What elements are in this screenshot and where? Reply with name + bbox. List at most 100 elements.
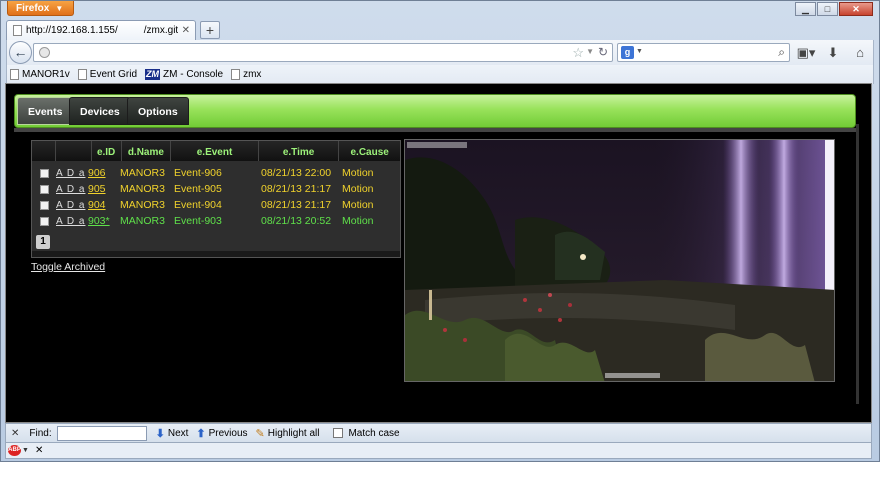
device-name: MANOR3 bbox=[120, 167, 165, 179]
event-cause: Motion bbox=[342, 183, 374, 195]
find-previous-label: Previous bbox=[208, 427, 248, 439]
close-window-button[interactable]: ✕ bbox=[839, 2, 873, 16]
chevron-down-icon: ▼ bbox=[55, 4, 64, 13]
event-cause: Motion bbox=[342, 199, 374, 211]
tab-devices[interactable]: Devices bbox=[69, 97, 131, 125]
bookmarks-menu-icon[interactable]: ▣▾ bbox=[795, 43, 817, 62]
bookmark-label: Event Grid bbox=[89, 69, 138, 80]
url-bar[interactable]: ☆ ▼ ↻ bbox=[33, 43, 613, 62]
table-row[interactable]: A D a 904 MANOR3 Event-904 08/21/13 21:1… bbox=[32, 197, 400, 213]
tab-title: http://192.168.1.155//zmx.git/ bbox=[26, 24, 178, 36]
toggle-archived-link[interactable]: Toggle Archived bbox=[31, 261, 105, 273]
highlight-all-button[interactable]: ✎ Highlight all bbox=[256, 427, 320, 440]
find-previous-button[interactable]: ⬆ Previous bbox=[196, 427, 247, 440]
match-case-label[interactable]: Match case bbox=[348, 428, 399, 439]
reload-icon[interactable]: ↻ bbox=[598, 45, 608, 59]
event-name: Event-906 bbox=[174, 167, 222, 179]
column-header-name[interactable]: d.Name bbox=[122, 141, 172, 161]
event-cause: Motion bbox=[342, 167, 374, 179]
match-case-checkbox[interactable] bbox=[333, 428, 344, 438]
table-body: A D a 906 MANOR3 Event-906 08/21/13 22:0… bbox=[32, 165, 400, 229]
row-checkbox[interactable] bbox=[32, 200, 56, 210]
highlight-all-label: Highlight all bbox=[267, 427, 320, 439]
bookmark-event-grid[interactable]: Event Grid bbox=[77, 69, 138, 80]
table-row[interactable]: A D a 906 MANOR3 Event-906 08/21/13 22:0… bbox=[32, 165, 400, 181]
row-checkbox[interactable] bbox=[32, 168, 56, 178]
search-input[interactable] bbox=[646, 45, 771, 60]
page-scrollbar[interactable] bbox=[856, 124, 859, 404]
firefox-menu-label: Firefox bbox=[16, 3, 50, 14]
event-time: 08/21/13 20:52 bbox=[261, 215, 332, 227]
events-table: e.ID d.Name e.Event e.Time e.Cause A D a… bbox=[31, 140, 401, 258]
firefox-menu-button[interactable]: Firefox ▼ bbox=[7, 1, 74, 16]
find-next-label: Next bbox=[167, 427, 189, 439]
tab-events[interactable]: Events bbox=[17, 97, 74, 125]
adblock-icon[interactable]: ABP bbox=[8, 445, 21, 456]
row-checkbox[interactable] bbox=[32, 184, 56, 194]
home-icon[interactable]: ⌂ bbox=[851, 43, 869, 62]
addon-bar: ABP ▼ ✕ bbox=[5, 443, 872, 459]
browser-tab[interactable]: http://192.168.1.155//zmx.git/ ✕ bbox=[6, 20, 196, 40]
download-icon[interactable]: ⬇ bbox=[825, 43, 841, 62]
chevron-down-icon[interactable]: ▼ bbox=[22, 447, 29, 454]
event-id-link[interactable]: 903* bbox=[88, 215, 120, 227]
search-icon[interactable]: ⌕ bbox=[778, 45, 785, 60]
event-id-link[interactable]: 904 bbox=[88, 199, 120, 211]
tab-options[interactable]: Options bbox=[127, 97, 189, 125]
find-bar-close-icon[interactable]: ✕ bbox=[11, 428, 19, 439]
column-header-select bbox=[32, 141, 56, 161]
table-row[interactable]: A D a 905 MANOR3 Event-905 08/21/13 21:1… bbox=[32, 181, 400, 197]
event-time: 08/21/13 22:00 bbox=[261, 167, 332, 179]
column-header-id[interactable]: e.ID bbox=[92, 141, 122, 161]
event-time: 08/21/13 21:17 bbox=[261, 183, 332, 195]
minimize-button[interactable]: ▁ bbox=[795, 2, 816, 16]
row-actions[interactable]: A D a bbox=[56, 184, 88, 195]
event-name: Event-904 bbox=[174, 199, 222, 211]
globe-icon bbox=[39, 47, 50, 58]
bookmark-label: MANOR1v bbox=[22, 69, 70, 80]
back-arrow-icon: ← bbox=[13, 44, 28, 60]
column-header-actions bbox=[56, 141, 92, 161]
row-actions[interactable]: A D a bbox=[56, 216, 88, 227]
table-footer bbox=[32, 251, 400, 257]
row-actions[interactable]: A D a bbox=[56, 200, 88, 211]
addon-bar-close-icon[interactable]: ✕ bbox=[35, 445, 43, 456]
page-content: Events Devices Options e.ID d.Name e.Eve… bbox=[5, 83, 872, 423]
page-icon bbox=[10, 69, 19, 80]
zm-tab-bar: Events Devices Options bbox=[14, 94, 856, 128]
event-name: Event-905 bbox=[174, 183, 222, 195]
event-id-link[interactable]: 905 bbox=[88, 183, 120, 195]
column-header-event[interactable]: e.Event bbox=[171, 141, 259, 161]
event-camera-image[interactable] bbox=[404, 139, 835, 382]
column-header-time[interactable]: e.Time bbox=[259, 141, 340, 161]
tab-strip: http://192.168.1.155//zmx.git/ ✕ + bbox=[6, 18, 874, 40]
history-dropdown-icon[interactable]: ▼ bbox=[586, 47, 594, 56]
back-button[interactable]: ← bbox=[9, 41, 32, 64]
page-icon bbox=[231, 69, 241, 80]
new-tab-button[interactable]: + bbox=[200, 21, 220, 39]
row-actions[interactable]: A D a bbox=[56, 168, 88, 179]
url-input[interactable] bbox=[54, 45, 554, 60]
search-bar[interactable]: g ▼ ⌕ bbox=[617, 43, 790, 62]
navigation-toolbar: ← ☆ ▼ ↻ g ▼ ⌕ ▣▾ ⬇ ⌂ bbox=[6, 40, 874, 65]
star-icon[interactable]: ☆ bbox=[572, 45, 584, 61]
find-label: Find: bbox=[29, 427, 52, 439]
highlighter-icon: ✎ bbox=[255, 427, 265, 440]
bookmark-zmx[interactable]: zmx bbox=[231, 69, 261, 80]
event-cause: Motion bbox=[342, 215, 374, 227]
find-next-button[interactable]: ⬇ Next bbox=[156, 427, 189, 440]
device-name: MANOR3 bbox=[120, 183, 165, 195]
maximize-button[interactable]: □ bbox=[817, 2, 838, 16]
event-id-link[interactable]: 906 bbox=[88, 167, 120, 179]
table-row-selected[interactable]: A D a 903* MANOR3 Event-903 08/21/13 20:… bbox=[32, 213, 400, 229]
row-checkbox[interactable] bbox=[32, 216, 56, 226]
column-header-cause[interactable]: e.Cause bbox=[339, 141, 400, 161]
pagination-page-1[interactable]: 1 bbox=[36, 235, 50, 249]
bookmark-manor1v[interactable]: MANOR1v bbox=[10, 69, 70, 80]
find-bar: ✕ Find: ⬇ Next ⬆ Previous ✎ Highlight all M… bbox=[5, 423, 872, 443]
bookmark-zm-console[interactable]: ZM ZM - Console bbox=[145, 69, 223, 80]
arrow-down-icon: ⬇ bbox=[155, 427, 165, 440]
tab-close-icon[interactable]: ✕ bbox=[182, 22, 190, 40]
search-engine-icon[interactable]: g bbox=[621, 46, 634, 59]
find-input[interactable] bbox=[56, 425, 147, 441]
